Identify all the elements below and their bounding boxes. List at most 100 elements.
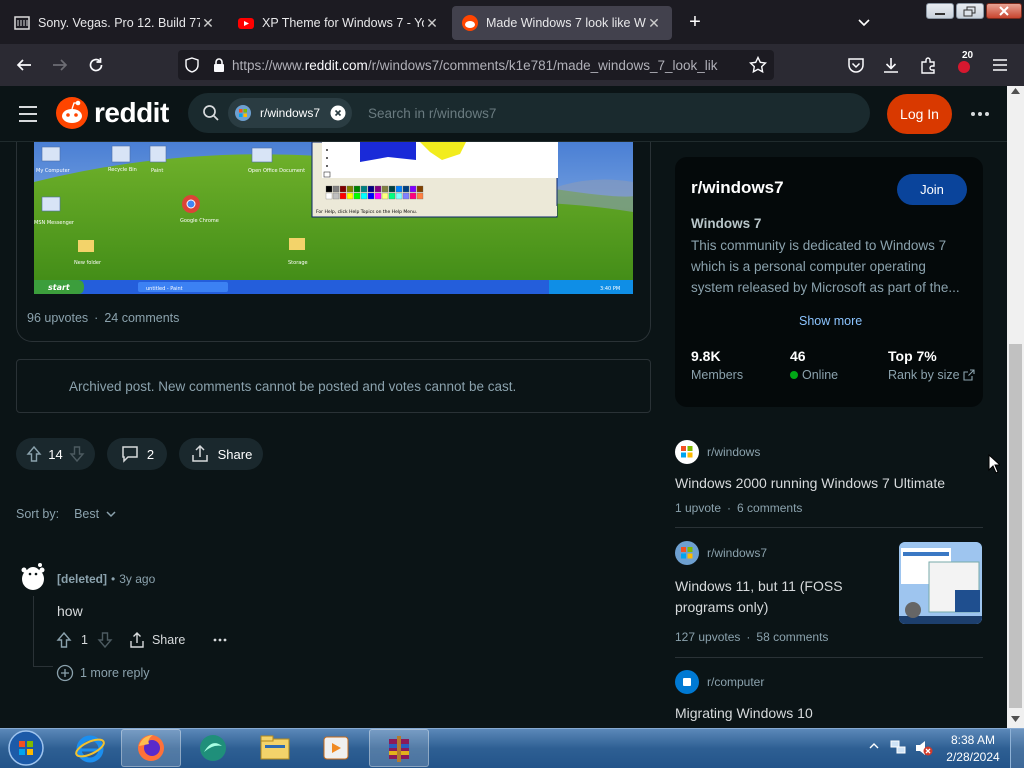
rank-label[interactable]: Rank by size: [888, 368, 975, 382]
addon-badge-count: 20: [959, 50, 977, 61]
comment-icon: [122, 446, 138, 463]
comment-more-icon[interactable]: [211, 631, 229, 649]
tab-reddit-active[interactable]: Made Windows 7 look like Win ✕: [452, 6, 672, 40]
online-label: Online: [790, 368, 838, 382]
login-button[interactable]: Log In: [887, 94, 952, 134]
sort-control[interactable]: Sort by: Best: [16, 507, 118, 521]
xp-clock: 3:40 PM: [600, 286, 620, 292]
share-icon: [191, 444, 208, 462]
upvote-icon[interactable]: [25, 445, 43, 463]
mouse-cursor-icon: [988, 454, 1000, 474]
comment-upvote-icon[interactable]: [55, 631, 73, 649]
related-post-2-sub[interactable]: r/windows7: [675, 541, 767, 565]
xp-start-label: start: [48, 283, 71, 292]
menu-icon[interactable]: [16, 102, 40, 126]
taskbar-ie-icon[interactable]: [60, 729, 120, 767]
scrollbar-thumb[interactable]: [1009, 344, 1022, 708]
show-more-link[interactable]: Show more: [799, 314, 862, 328]
search-bar[interactable]: r/windows7 Search in r/windows7: [188, 93, 870, 133]
related-post-2-thumbnail[interactable]: [899, 542, 982, 624]
paint-palette-swatch: [388, 185, 396, 193]
downvote-icon[interactable]: [68, 445, 86, 463]
comment-share-button[interactable]: Share: [128, 631, 185, 649]
tracking-shield-icon[interactable]: [178, 57, 206, 73]
comment-author[interactable]: [deleted]: [57, 572, 107, 586]
restore-button[interactable]: [956, 3, 984, 19]
show-desktop-button[interactable]: [1010, 729, 1024, 768]
bookmark-star-icon[interactable]: [742, 56, 774, 74]
search-input[interactable]: Search in r/windows7: [368, 106, 496, 121]
community-title: Windows 7: [691, 216, 762, 231]
related-post-3-sub[interactable]: r/computer: [675, 670, 764, 694]
desktop-icon-label: MSN Messenger: [34, 220, 75, 226]
post-comments-count[interactable]: 24 comments: [104, 311, 179, 325]
paint-palette-swatch: [409, 192, 417, 200]
pocket-icon[interactable]: [842, 51, 870, 79]
start-button[interactable]: [4, 729, 48, 767]
volume-muted-icon[interactable]: [914, 739, 934, 757]
close-tab-icon[interactable]: ✕: [646, 15, 662, 32]
lock-icon[interactable]: [206, 57, 232, 73]
paint-palette-swatch: [339, 192, 347, 200]
vote-count: 14: [48, 446, 63, 462]
new-tab-icon[interactable]: +: [684, 12, 706, 34]
avatar[interactable]: [18, 562, 48, 594]
vote-bar: 14: [16, 438, 95, 470]
taskbar-explorer-icon[interactable]: [245, 729, 305, 767]
tab-xp-theme[interactable]: XP Theme for Windows 7 - You ✕: [228, 6, 450, 40]
system-clock[interactable]: 8:38 AM 2/28/2024: [946, 732, 1000, 766]
share-button[interactable]: Share: [179, 438, 263, 470]
paint-palette-swatch: [339, 185, 347, 193]
taskbar-firefox-icon[interactable]: [121, 729, 181, 767]
hamburger-menu-icon[interactable]: [986, 51, 1014, 79]
community-name[interactable]: r/windows7: [691, 178, 784, 198]
scroll-down-icon[interactable]: [1011, 716, 1020, 722]
related-post-1-sub[interactable]: r/windows: [675, 440, 760, 464]
related-post-1-stats: 1 upvote · 6 comments: [675, 501, 803, 515]
comments-button[interactable]: 2: [107, 438, 167, 470]
comment-vote-count: 1: [81, 633, 88, 647]
related-post-1-title[interactable]: Windows 2000 running Windows 7 Ultimate: [675, 475, 975, 491]
related-post-2-title[interactable]: Windows 11, but 11 (FOSS programs only): [675, 576, 885, 618]
paint-palette-swatch: [346, 192, 354, 200]
search-community-chip[interactable]: r/windows7: [228, 98, 353, 128]
close-tab-icon[interactable]: ✕: [424, 15, 440, 32]
sort-value[interactable]: Best: [74, 507, 99, 521]
reload-icon[interactable]: [82, 51, 110, 79]
comment-downvote-icon[interactable]: [96, 631, 114, 649]
taskbar-app-icon[interactable]: [183, 729, 243, 767]
close-tab-icon[interactable]: ✕: [200, 15, 216, 32]
extensions-icon[interactable]: [914, 51, 942, 79]
network-icon[interactable]: [889, 739, 907, 757]
more-options-icon[interactable]: [970, 104, 990, 124]
taskbar-winrar-icon[interactable]: [369, 729, 429, 767]
scroll-up-icon[interactable]: [1011, 88, 1020, 94]
desktop-icon-label: Recycle Bin: [108, 167, 137, 173]
forward-icon[interactable]: [46, 51, 74, 79]
list-all-tabs-icon[interactable]: [854, 12, 874, 32]
more-replies-link[interactable]: 1 more reply: [56, 664, 149, 682]
reddit-icon: [462, 15, 478, 31]
join-button[interactable]: Join: [897, 174, 967, 205]
paint-palette-swatch: [381, 185, 389, 193]
downloads-icon[interactable]: [877, 51, 905, 79]
paint-palette-swatch: [381, 192, 389, 200]
paint-palette-swatch: [332, 192, 340, 200]
minimize-button[interactable]: [926, 3, 954, 19]
show-hidden-icons-icon[interactable]: [869, 741, 879, 751]
back-icon[interactable]: [10, 51, 38, 79]
related-post-3-title[interactable]: Migrating Windows 10: [675, 705, 813, 721]
paint-palette-swatch: [332, 185, 340, 193]
desktop-icon-label: My Computer: [36, 168, 71, 174]
windows-logo-icon: [675, 440, 699, 464]
post-image[interactable]: My Computer Recycle Bin Paint Open Offic…: [34, 142, 633, 294]
address-bar[interactable]: https://www.reddit.com/r/windows7/commen…: [178, 50, 774, 80]
reddit-logo[interactable]: reddit: [55, 96, 169, 130]
tab-sony-vegas[interactable]: Sony. Vegas. Pro 12. Build 770.6 ✕: [4, 6, 226, 40]
desktop-icon-label: Storage: [288, 260, 308, 266]
paint-status-text: For Help, click Help Topics on the Help …: [316, 209, 417, 215]
taskbar-media-player-icon[interactable]: [306, 729, 366, 767]
close-window-button[interactable]: [986, 3, 1022, 19]
url-text[interactable]: https://www.reddit.com/r/windows7/commen…: [232, 58, 742, 73]
remove-chip-icon[interactable]: [330, 105, 346, 121]
